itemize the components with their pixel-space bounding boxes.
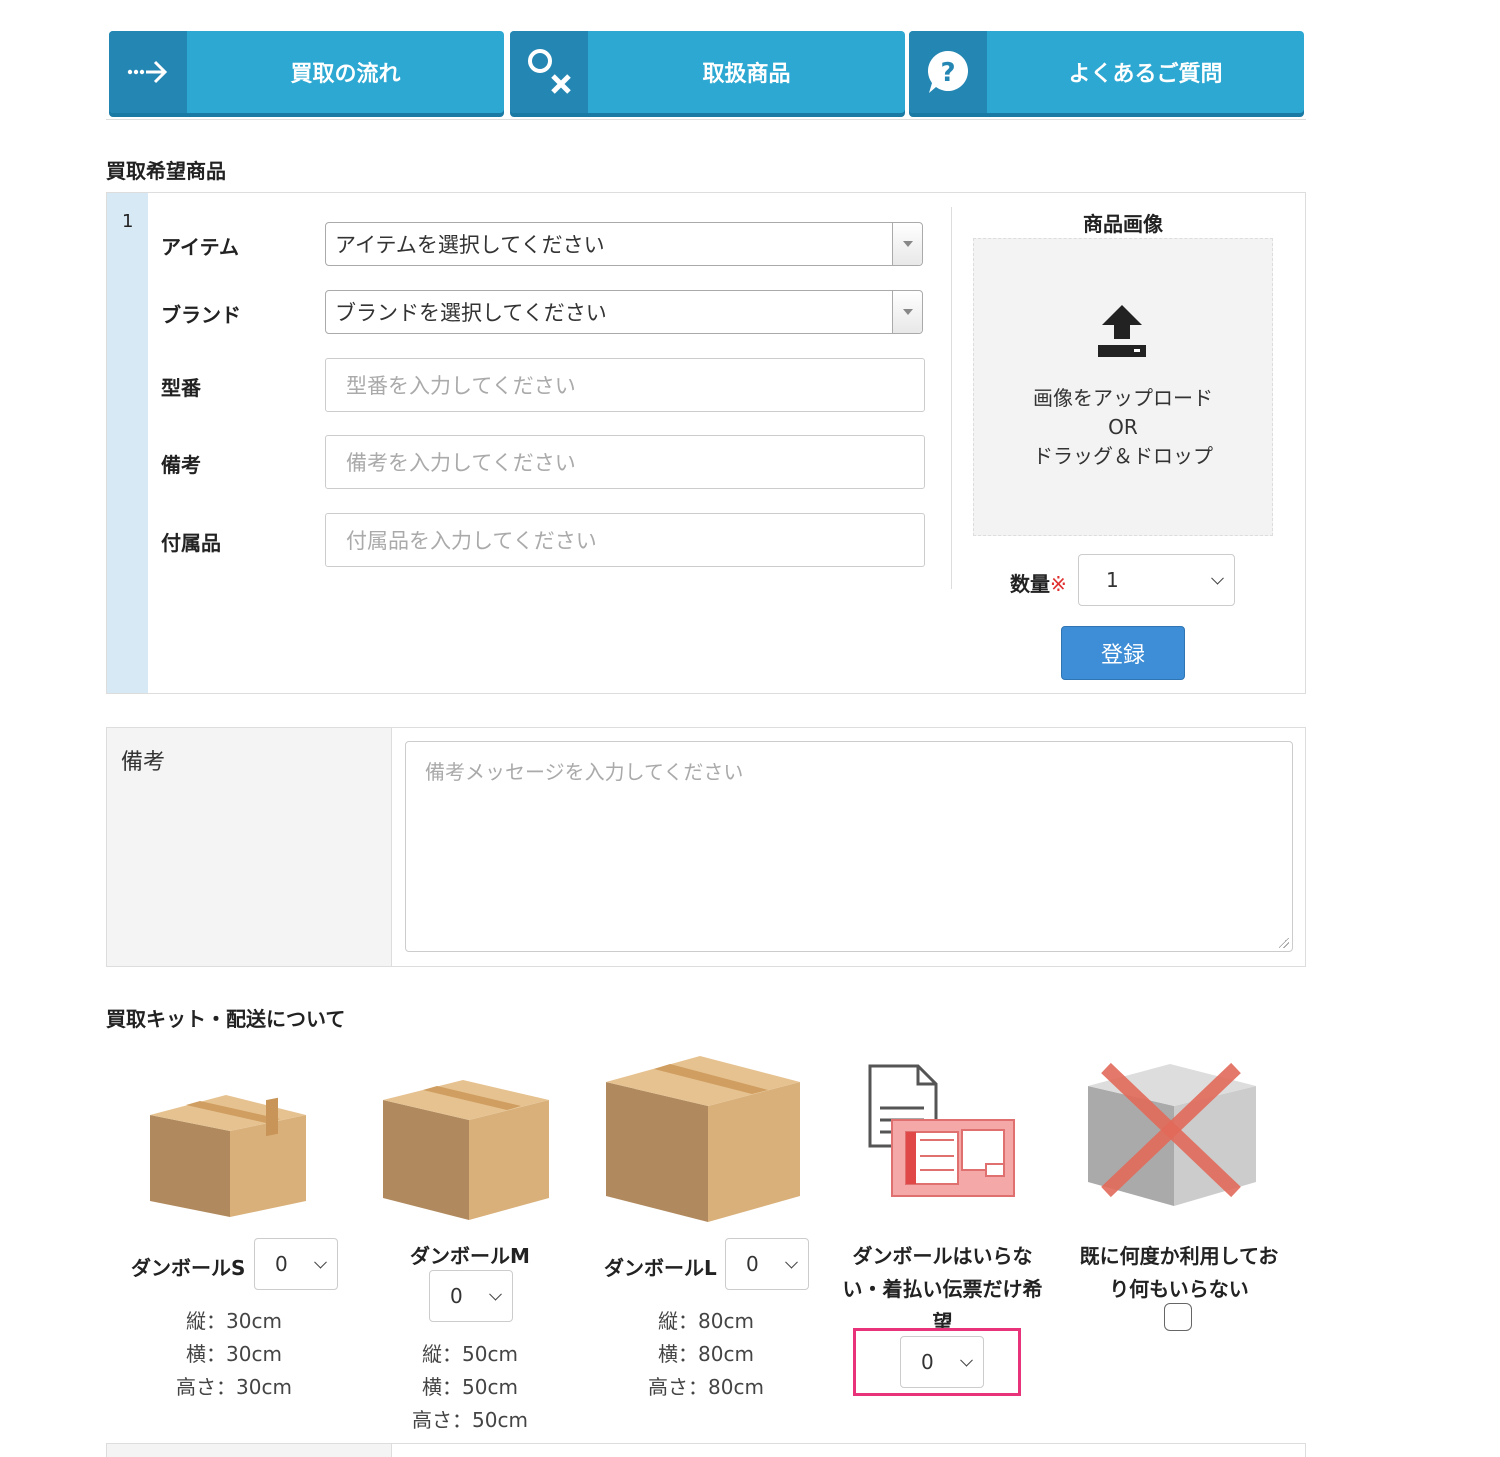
note-label: 備考 — [161, 453, 201, 477]
no-box-crossed-icon — [1088, 1062, 1256, 1206]
next-panel-top — [106, 1443, 1306, 1457]
upload-text: 画像をアップロード OR ドラッグ＆ドロップ — [1033, 386, 1213, 468]
row-number: 1 — [122, 211, 134, 232]
chevron-down-icon — [489, 1287, 502, 1301]
svg-text:?: ? — [940, 58, 955, 88]
remarks-panel: 備考 備考メッセージを入力してください — [106, 727, 1306, 967]
delivery-slip-icon — [868, 1064, 1015, 1197]
image-title: 商品画像 — [1083, 212, 1163, 236]
kit-section-title: 買取キット・配送について — [106, 1007, 346, 1031]
box-small-qty-select[interactable]: 0 — [254, 1238, 338, 1290]
item-select-value: アイテムを選択してください — [335, 233, 605, 257]
item-label: アイテム — [161, 235, 239, 259]
box-medium-dims: 縦：50cm 横：50cm 高さ：50cm — [412, 1342, 528, 1432]
item-section-title: 買取希望商品 — [106, 159, 226, 183]
chevron-down-icon — [1211, 571, 1224, 585]
item-select[interactable]: アイテムを選択してください — [325, 222, 923, 266]
quantity-label: 数量※ — [1010, 572, 1067, 596]
image-dropzone[interactable]: 画像をアップロード OR ドラッグ＆ドロップ — [973, 238, 1273, 536]
required-mark: ※ — [1050, 572, 1067, 596]
box-small-label: ダンボールS — [131, 1256, 246, 1280]
brand-select-value: ブランドを選択してください — [335, 301, 607, 325]
box-large-icon — [606, 1056, 800, 1222]
vertical-divider — [951, 207, 952, 589]
nav-items-label: 取扱商品 — [702, 62, 791, 87]
nav-flow-label: 買取の流れ — [290, 62, 401, 87]
arrow-right-icon — [109, 31, 187, 113]
box-medium-icon — [383, 1080, 549, 1220]
row-number-column: 1 — [107, 193, 148, 693]
model-label: 型番 — [161, 376, 201, 400]
register-button[interactable]: 登録 — [1061, 626, 1185, 680]
model-input[interactable]: 型番を入力してください — [325, 358, 925, 412]
dropdown-arrow-icon — [892, 291, 922, 333]
box-medium-label: ダンボールM — [410, 1244, 530, 1268]
chevron-down-icon — [960, 1353, 973, 1367]
box-large-dims: 縦：80cm 横：80cm 高さ：80cm — [648, 1309, 764, 1399]
brand-select[interactable]: ブランドを選択してください — [325, 290, 923, 334]
nav-divider — [106, 119, 1306, 120]
remarks-textarea[interactable]: 備考メッセージを入力してください — [405, 741, 1293, 952]
remarks-label: 備考 — [121, 750, 166, 775]
nothing-needed-label: 既に何度か利用してお り何もいらない — [1079, 1244, 1279, 1301]
slip-only-label: ダンボールはいらな い・着払い伝票だけ希望 — [842, 1244, 1043, 1334]
box-large-label: ダンボールL — [604, 1256, 717, 1280]
accessory-label: 付属品 — [161, 531, 221, 555]
chevron-down-icon — [314, 1255, 327, 1269]
note-input[interactable]: 備考を入力してください — [325, 435, 925, 489]
nothing-needed-checkbox[interactable] — [1164, 1303, 1192, 1331]
circle-cross-icon — [510, 31, 588, 113]
quantity-select[interactable]: 1 — [1078, 554, 1235, 606]
resize-grip-icon[interactable] — [1279, 938, 1289, 948]
dropdown-arrow-icon — [892, 223, 922, 265]
nav-flow-button[interactable]: 買取の流れ — [109, 31, 504, 113]
box-small-dims: 縦：30cm 横：30cm 高さ：30cm — [176, 1309, 292, 1399]
accessory-input[interactable]: 付属品を入力してください — [325, 513, 925, 567]
nav-items-button[interactable]: 取扱商品 — [510, 31, 905, 113]
box-small-icon — [150, 1095, 306, 1217]
brand-label: ブランド — [161, 303, 241, 327]
box-large-qty-select[interactable]: 0 — [725, 1238, 809, 1290]
nav-faq-label: よくあるご質問 — [1068, 62, 1223, 87]
question-bubble-icon: ? — [909, 31, 987, 113]
chevron-down-icon — [785, 1255, 798, 1269]
upload-icon — [1098, 305, 1146, 357]
box-medium-qty-select[interactable]: 0 — [429, 1270, 513, 1322]
nav-faq-button[interactable]: ? よくあるご質問 — [909, 31, 1304, 113]
slip-only-qty-select[interactable]: 0 — [900, 1336, 984, 1388]
